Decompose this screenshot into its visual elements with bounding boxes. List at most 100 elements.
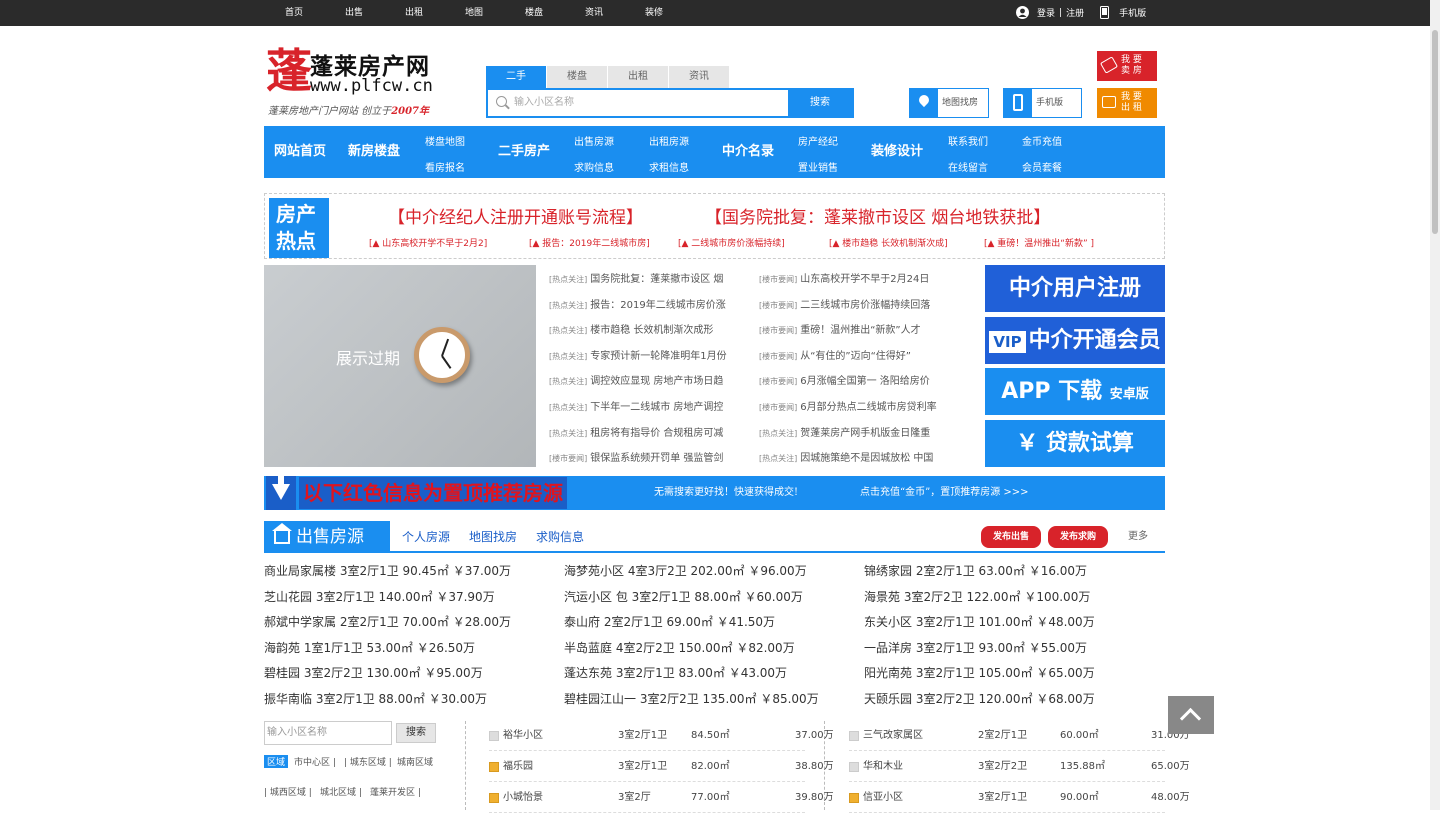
tab-estate[interactable]: 楼盘 <box>547 66 608 88</box>
nav-coin-recharge[interactable]: 金币充值 <box>1022 133 1062 148</box>
hot-link-5[interactable]: [▲ 重磅！温州推出“新款” ] <box>984 236 1094 249</box>
nav-contact[interactable]: 联系我们 <box>948 133 988 148</box>
community-name[interactable]: 信亚小区 <box>863 783 903 813</box>
news-item[interactable]: [热点关注] 下半年一二线城市 房地产调控 <box>549 398 723 413</box>
top-nav-estate[interactable]: 楼盘 <box>504 0 564 26</box>
tab-buy-requests[interactable]: 求购信息 <box>536 521 584 553</box>
news-item[interactable]: [楼市要闻] 6月涨幅全国第一 洛阳给房价 <box>759 372 930 387</box>
community-name[interactable]: 华和木业 <box>863 752 903 782</box>
top-nav-news[interactable]: 资讯 <box>564 0 624 26</box>
nav-agents[interactable]: 中介名录 <box>722 126 774 178</box>
area-center[interactable]: 市中心区 | <box>294 755 336 768</box>
listing-item[interactable]: 一品洋房 3室2厅1卫 93.00㎡ ￥55.00万 <box>864 639 1087 656</box>
nav-sale-listings[interactable]: 出售房源 <box>574 133 614 148</box>
top-nav-home[interactable]: 首页 <box>264 0 324 26</box>
table-row[interactable]: 小城怡景 3室2厅 77.00㎡ 39.80万 <box>489 783 834 813</box>
search-input[interactable]: 输入小区名称 <box>514 90 574 116</box>
community-name[interactable]: 三气改家属区 <box>863 721 923 751</box>
listing-item[interactable]: 海韵苑 1室1厅1卫 53.00㎡ ￥26.50万 <box>264 639 475 656</box>
agent-register-button[interactable]: 中介用户注册 <box>985 265 1165 312</box>
top-nav-map[interactable]: 地图 <box>444 0 504 26</box>
listing-item[interactable]: 蓬达东苑 3室2厅1卫 83.00㎡ ￥43.00万 <box>564 664 787 681</box>
nav-second-hand[interactable]: 二手房产 <box>498 126 550 178</box>
table-row[interactable]: 三气改家属区 2室2厅1卫 60.00㎡ 31.00万 <box>849 721 1190 751</box>
listing-item[interactable]: 芝山花园 3室2厅1卫 140.00㎡ ￥37.90万 <box>264 588 495 605</box>
community-name[interactable]: 福乐园 <box>503 752 533 782</box>
nav-estate-map[interactable]: 楼盘地图 <box>425 133 465 148</box>
area-north[interactable]: 城北区域 | <box>320 785 362 798</box>
listing-item[interactable]: 泰山府 2室2厅1卫 69.00㎡ ￥41.50万 <box>564 613 775 630</box>
hot-headline-1[interactable]: 【中介经纪人注册开通账号流程】 <box>388 203 643 228</box>
scrollbar[interactable] <box>1430 0 1440 810</box>
community-name[interactable]: 裕华小区 <box>503 721 543 751</box>
agent-vip-button[interactable]: VIP 中介开通会员 <box>985 317 1165 364</box>
nav-rent-listings[interactable]: 出租房源 <box>649 133 689 148</box>
featured-recharge-link[interactable]: 点击充值“金币”，置顶推荐房源 >>> <box>860 476 1029 510</box>
nav-viewing-signup[interactable]: 看房报名 <box>425 159 465 174</box>
news-item[interactable]: [楼市要闻] 从“有住的”迈向“住得好” <box>759 347 911 362</box>
news-item[interactable]: [热点关注] 报告：2019年二线城市房价涨 <box>549 296 726 311</box>
hot-link-2[interactable]: [▲ 报告：2019年二线城市房] <box>529 236 650 249</box>
login-link[interactable]: 登录 <box>1037 6 1055 19</box>
hot-link-1[interactable]: [▲ 山东高校开学不早于2月2] <box>369 236 487 249</box>
tab-rent[interactable]: 出租 <box>608 66 669 88</box>
listing-item[interactable]: 郝斌中学家属 2室2厅1卫 70.00㎡ ￥28.00万 <box>264 613 511 630</box>
nav-new-house[interactable]: 新房楼盘 <box>348 126 400 178</box>
top-nav-decor[interactable]: 装修 <box>624 0 684 26</box>
community-name[interactable]: 小城怡景 <box>503 783 543 813</box>
news-item[interactable]: [楼市要闻] 6月部分热点二线城市房贷利率 <box>759 398 937 413</box>
expired-banner[interactable]: 展示过期 <box>264 265 536 467</box>
news-item[interactable]: [热点关注] 贺蓬莱房产网手机版金日隆重 <box>759 424 930 439</box>
nav-broker[interactable]: 房产经纪 <box>798 133 838 148</box>
news-item[interactable]: [热点关注] 专家预计新一轮降准明年1月份 <box>549 347 727 362</box>
nav-decoration[interactable]: 装修设计 <box>871 126 923 178</box>
listing-item[interactable]: 锦绣家园 2室2厅1卫 63.00㎡ ￥16.00万 <box>864 562 1087 579</box>
top-nav-rent[interactable]: 出租 <box>384 0 444 26</box>
nav-sales-consultant[interactable]: 置业销售 <box>798 159 838 174</box>
mobile-version-button[interactable]: 手机版 <box>1003 88 1082 118</box>
listing-item[interactable]: 东关小区 3室2厅1卫 101.00㎡ ￥48.00万 <box>864 613 1095 630</box>
featured-banner[interactable]: 以下红色信息为置顶推荐房源 无需搜索更好找！快速获得成交! 点击充值“金币”，置… <box>264 476 1165 510</box>
listing-item[interactable]: 半岛蓝庭 4室2厅2卫 150.00㎡ ￥82.00万 <box>564 639 795 656</box>
rent-house-button[interactable]: 我 要 出 租 <box>1097 88 1157 118</box>
news-item[interactable]: [楼市要闻] 重磅！温州推出“新款”人才 <box>759 321 921 336</box>
area-east[interactable]: | 城东区域 | <box>344 755 392 768</box>
hot-link-3[interactable]: [▲ 二线城市房价涨幅持续] <box>678 236 785 249</box>
listing-item[interactable]: 汽运小区 包 3室2厅1卫 88.00㎡ ￥60.00万 <box>564 588 803 605</box>
table-row[interactable]: 信亚小区 3室2厅1卫 90.00㎡ 48.00万 <box>849 783 1190 813</box>
listing-item[interactable]: 海梦苑小区 4室3厅2卫 202.00㎡ ￥96.00万 <box>564 562 807 579</box>
table-row[interactable]: 裕华小区 3室2厅1卫 84.50㎡ 37.00万 <box>489 721 834 751</box>
scrollbar-thumb[interactable] <box>1432 30 1438 234</box>
news-item[interactable]: [楼市要闻] 银保监系统频开罚单 强监管剑 <box>549 449 723 464</box>
news-item[interactable]: [热点关注] 楼市趋稳 长效机制渐次成形 <box>549 321 713 336</box>
listing-item[interactable]: 海景苑 3室2厅2卫 122.00㎡ ￥100.00万 <box>864 588 1090 605</box>
listing-item[interactable]: 阳光南苑 3室2厅1卫 105.00㎡ ￥65.00万 <box>864 664 1095 681</box>
listing-item[interactable]: 振华南临 3室2厅1卫 88.00㎡ ￥30.00万 <box>264 690 487 707</box>
search-button[interactable]: 搜索 <box>788 90 852 116</box>
listing-item[interactable]: 天颐乐园 3室2厅2卫 120.00㎡ ￥68.00万 <box>864 690 1095 707</box>
more-link[interactable]: 更多 <box>1128 521 1148 553</box>
nav-home[interactable]: 网站首页 <box>274 126 326 178</box>
area-west[interactable]: | 城西区域 | <box>264 785 312 798</box>
listing-item[interactable]: 碧桂园江山一 3室2厅2卫 135.00㎡ ￥85.00万 <box>564 690 819 707</box>
back-to-top-button[interactable] <box>1168 696 1214 734</box>
news-item[interactable]: [楼市要闻] 二三线城市房价涨幅持续回落 <box>759 296 930 311</box>
community-search-input[interactable]: 输入小区名称 <box>264 721 392 745</box>
top-nav-sale[interactable]: 出售 <box>324 0 384 26</box>
hot-link-4[interactable]: [▲ 楼市趋稳 长效机制渐次成] <box>829 236 948 249</box>
site-logo[interactable]: 蓬 蓬莱房产网 www.plfcw.cn 蓬莱房地产门户网站 创立于2007年 <box>264 44 464 122</box>
listing-item[interactable]: 商业局家属楼 3室2厅1卫 90.45㎡ ￥37.00万 <box>264 562 511 579</box>
news-item[interactable]: [热点关注] 国务院批复：蓬莱撤市设区 烟 <box>549 270 723 285</box>
sell-house-button[interactable]: 我 要 卖 房 <box>1097 51 1157 81</box>
post-buy-button[interactable]: 发布求购 <box>1048 526 1108 548</box>
map-search-button[interactable]: 地图找房 <box>909 88 989 118</box>
nav-message[interactable]: 在线留言 <box>948 159 988 174</box>
table-row[interactable]: 福乐园 3室2厅1卫 82.00㎡ 38.80万 <box>489 752 834 782</box>
loan-calculator-button[interactable]: ￥ 贷款试算 <box>985 420 1165 467</box>
area-south[interactable]: 城南区域 <box>397 755 433 768</box>
tab-second-hand[interactable]: 二手 <box>486 66 547 88</box>
table-row[interactable]: 华和木业 3室2厅2卫 135.88㎡ 65.00万 <box>849 752 1190 782</box>
area-dev-zone[interactable]: 蓬莱开发区 | <box>370 785 421 798</box>
news-item[interactable]: [热点关注] 因城施策绝不是因城放松 中国 <box>759 449 933 464</box>
hot-headline-2[interactable]: 【国务院批复：蓬莱撤市设区 烟台地铁获批】 <box>705 203 1050 228</box>
